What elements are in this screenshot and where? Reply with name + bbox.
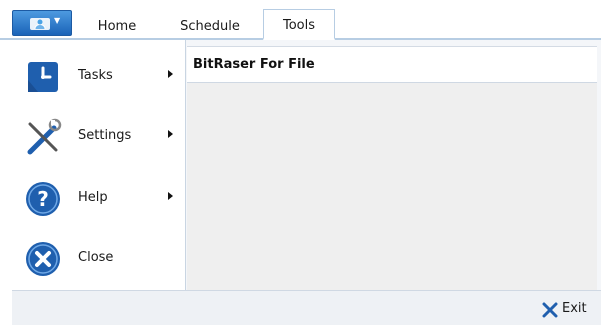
menu-item-label: Close xyxy=(78,250,114,265)
menu-item-close[interactable]: Close xyxy=(12,228,186,288)
menu-item-label: Help xyxy=(78,190,108,205)
tab-schedule[interactable]: Schedule xyxy=(168,14,252,40)
app-window: ▼ Home Schedule Tools BitRaser For File … xyxy=(0,0,601,325)
exit-label: Exit xyxy=(562,301,587,316)
menu-item-label: Tasks xyxy=(78,68,113,83)
close-icon xyxy=(26,242,60,276)
tab-home[interactable]: Home xyxy=(82,14,152,40)
ribbon-tab-strip: ▼ Home Schedule Tools xyxy=(0,0,601,40)
menu-item-label: Settings xyxy=(78,128,132,143)
exit-button[interactable]: Exit xyxy=(542,300,594,320)
help-icon: ? xyxy=(26,182,60,216)
menu-item-help[interactable]: ? Help xyxy=(12,168,186,228)
chevron-right-icon xyxy=(168,130,173,138)
app-logo-icon xyxy=(30,18,50,30)
content-title: BitRaser For File xyxy=(193,57,315,72)
tools-icon xyxy=(27,118,62,155)
tab-tools[interactable]: Tools xyxy=(263,9,335,40)
application-menu-button[interactable]: ▼ xyxy=(12,10,72,36)
chevron-down-icon: ▼ xyxy=(54,16,61,25)
close-x-icon xyxy=(542,302,558,318)
menu-item-tasks[interactable]: Tasks xyxy=(12,46,186,106)
status-bar: Exit xyxy=(12,290,601,325)
content-panel: BitRaser For File xyxy=(187,46,597,290)
menu-item-settings[interactable]: Settings xyxy=(12,106,186,166)
application-menu: Tasks Settings ? Help Close xyxy=(12,40,186,290)
svg-text:?: ? xyxy=(37,187,49,211)
content-header: BitRaser For File xyxy=(187,47,597,83)
chevron-right-icon xyxy=(168,70,173,78)
chevron-right-icon xyxy=(168,192,173,200)
clock-icon xyxy=(28,62,58,92)
